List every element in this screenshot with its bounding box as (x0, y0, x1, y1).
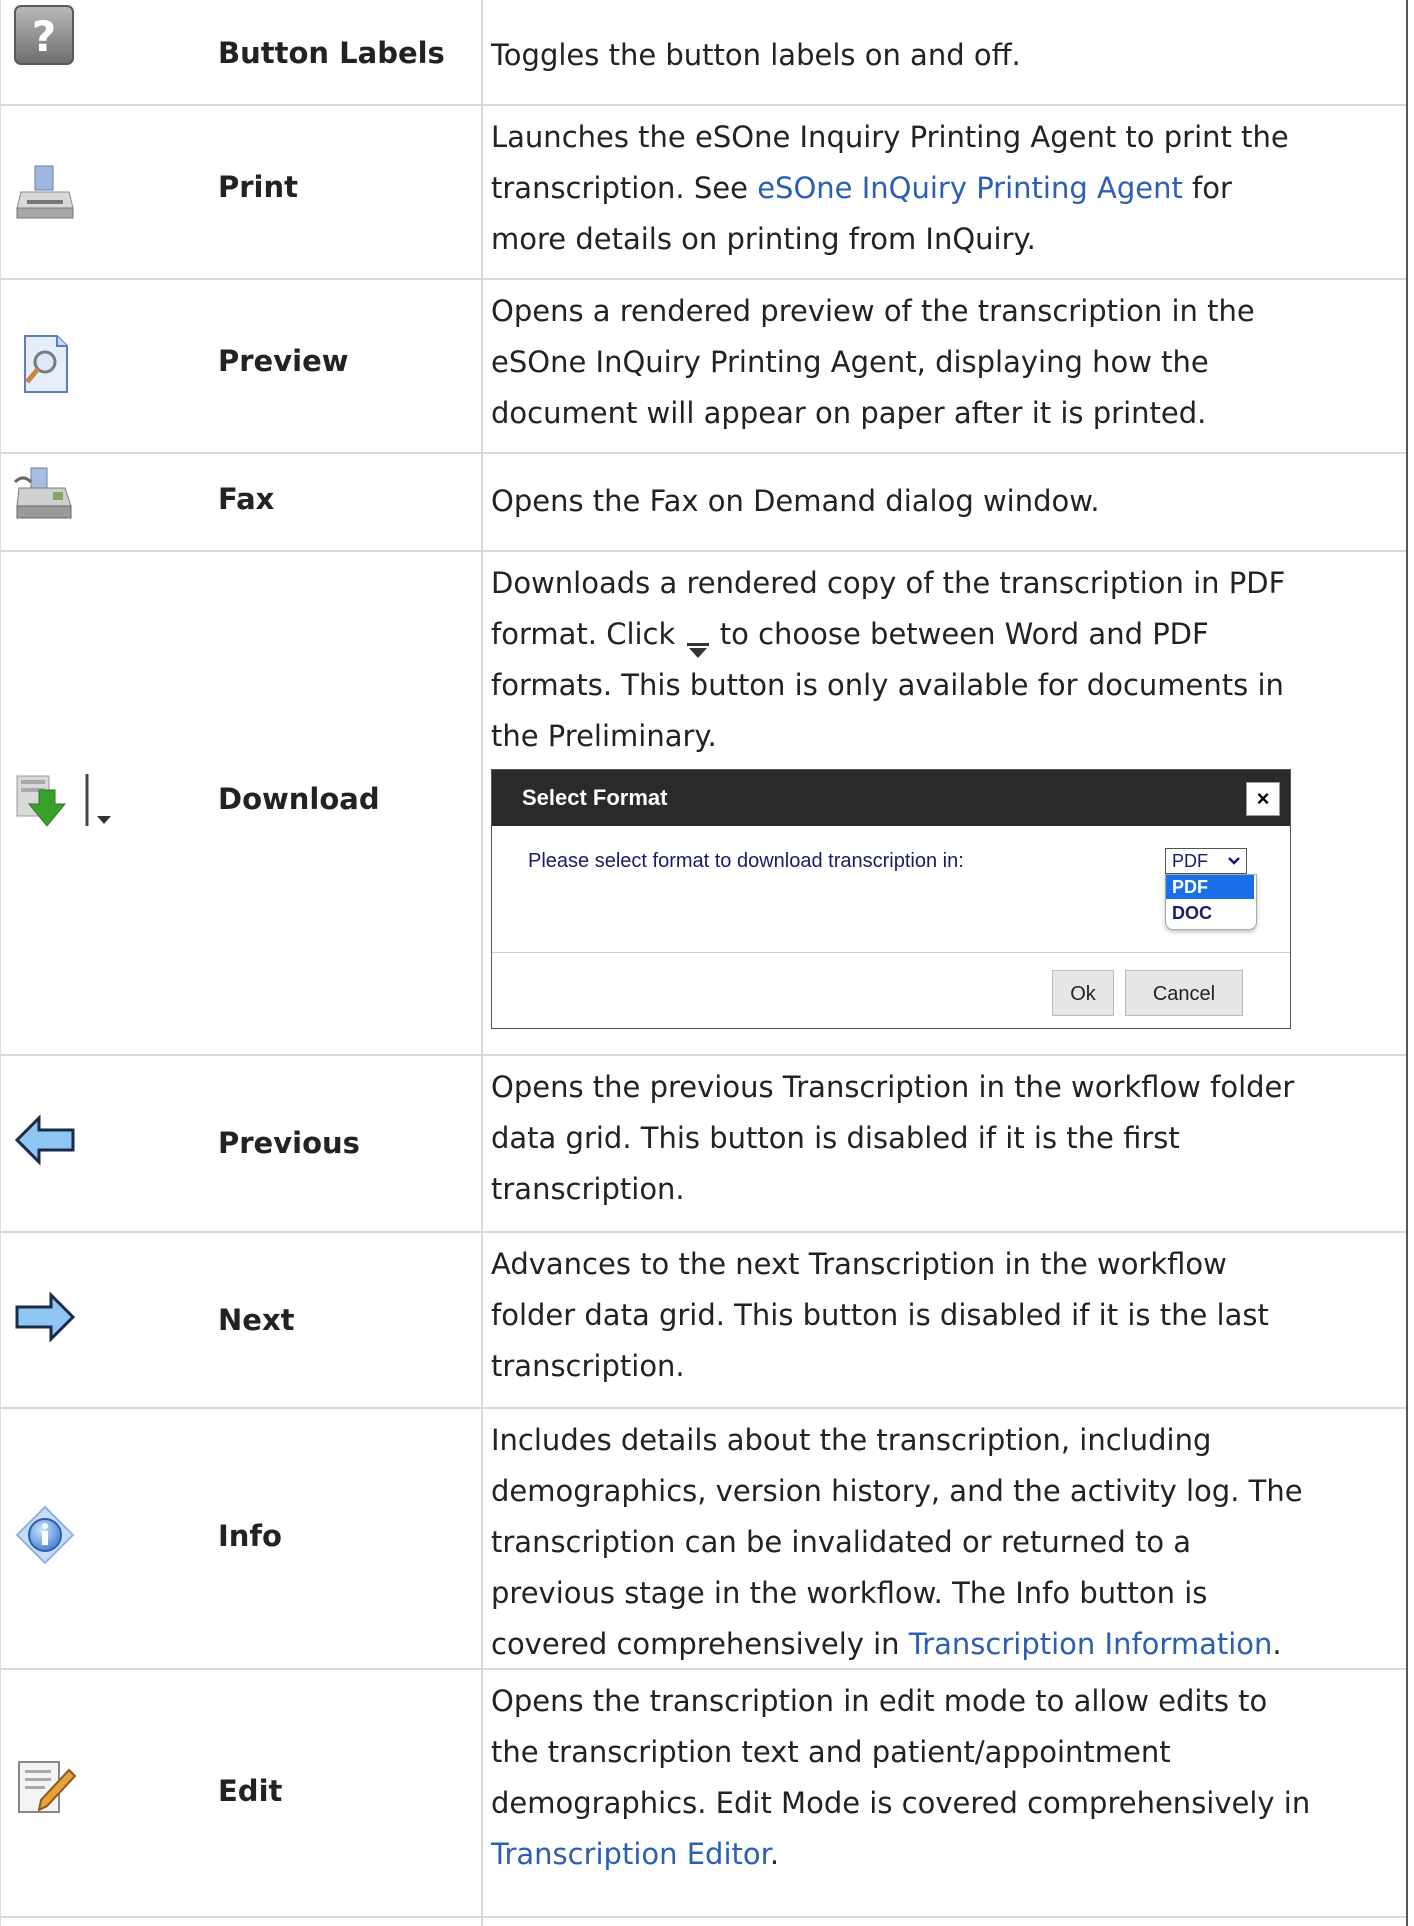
format-select-value: PDF (1172, 851, 1208, 871)
desc-line: Transcription Editor. (491, 1829, 1396, 1880)
desc-line: Launches the eSOne Inquiry Printing Agen… (491, 120, 1289, 154)
ok-button[interactable]: Ok (1052, 970, 1114, 1016)
select-format-dialog: Select Format × Please select format to … (491, 769, 1291, 1029)
svg-text:?: ? (32, 12, 56, 61)
row-label: Print (218, 170, 299, 204)
row-label: Edit (218, 1774, 283, 1808)
desc-text: to choose between Word and PDF (710, 617, 1209, 651)
close-icon[interactable]: × (1246, 782, 1280, 816)
desc-line: formats. This button is only available f… (491, 668, 1284, 702)
desc-line: Downloads a rendered copy of the transcr… (491, 566, 1286, 600)
edit-pencil-icon[interactable] (13, 1756, 77, 1820)
dialog-header: Select Format × (492, 770, 1290, 826)
desc-line: demographics. Edit Mode is covered compr… (491, 1786, 1311, 1820)
table-row-info: Info Includes details about the transcri… (1, 1407, 1406, 1670)
desc-text: . (1272, 1627, 1282, 1661)
desc-line: eSOne InQuiry Printing Agent, displaying… (491, 345, 1209, 379)
question-mark-icon[interactable]: ? (13, 4, 75, 66)
row-label: Previous (218, 1126, 360, 1160)
row-description: Opens the previous Transcription in the … (491, 1062, 1396, 1215)
desc-line: transcription can be invalidated or retu… (491, 1525, 1192, 1559)
desc-line: Opens the transcription in edit mode to … (491, 1684, 1268, 1718)
desc-text: for (1182, 171, 1232, 205)
row-description: Opens a rendered preview of the transcri… (491, 286, 1396, 439)
row-description: Downloads a rendered copy of the transcr… (491, 558, 1396, 762)
format-select[interactable]: PDF (1165, 848, 1247, 874)
desc-line: Opens the previous Transcription in the … (491, 1070, 1295, 1104)
preview-magnifier-icon[interactable] (13, 332, 77, 396)
format-option-doc[interactable]: DOC (1166, 901, 1254, 925)
table-row-print: Print Launches the eSOne Inquiry Printin… (1, 104, 1406, 280)
row-description: Opens the transcription in edit mode to … (491, 1676, 1396, 1880)
cancel-button[interactable]: Cancel (1125, 970, 1243, 1016)
dropdown-triangle-icon (685, 626, 711, 658)
row-description: Advances to the next Transcription in th… (491, 1239, 1396, 1392)
desc-line: transcription. (491, 1172, 685, 1206)
desc-line: previous stage in the workflow. The Info… (491, 1576, 1208, 1610)
desc-text: transcription. See (491, 171, 758, 205)
desc-text: . (769, 1837, 780, 1871)
transcription-editor-link[interactable]: Transcription Editor (491, 1837, 770, 1871)
printer-icon[interactable] (13, 162, 77, 226)
desc-line: Advances to the next Transcription in th… (491, 1247, 1227, 1281)
desc-line: format. Click to choose between Word and… (491, 609, 1396, 660)
table-row-fax: Fax Opens the Fax on Demand dialog windo… (1, 452, 1406, 552)
format-options-list: PDF DOC (1165, 874, 1257, 930)
row-description: Includes details about the transcription… (491, 1415, 1396, 1670)
desc-line: document will appear on paper after it i… (491, 396, 1207, 430)
column-divider (481, 1668, 483, 1916)
desc-line: the Preliminary. (491, 719, 717, 753)
table-row-previous: Previous Opens the previous Transcriptio… (1, 1054, 1406, 1233)
desc-line: data grid. This button is disabled if it… (491, 1121, 1180, 1155)
left-arrow-icon[interactable] (13, 1108, 77, 1172)
download-arrow-icon[interactable] (13, 768, 123, 832)
row-description: Toggles the button labels on and off. (491, 30, 1396, 81)
transcription-information-link[interactable]: Transcription Information (909, 1627, 1273, 1661)
column-divider (481, 1054, 483, 1231)
help-table: ? Button Labels Toggles the button label… (0, 0, 1408, 1926)
desc-line: transcription. See eSOne InQuiry Printin… (491, 163, 1396, 214)
desc-line: demographics, version history, and the a… (491, 1474, 1303, 1508)
column-divider (481, 452, 483, 550)
table-row-next: Next Advances to the next Transcription … (1, 1231, 1406, 1409)
table-row-button-labels: ? Button Labels Toggles the button label… (1, 0, 1406, 106)
dialog-divider (492, 952, 1290, 953)
fax-machine-icon[interactable] (13, 464, 77, 528)
column-divider (481, 1231, 483, 1407)
desc-line: Opens a rendered preview of the transcri… (491, 294, 1255, 328)
desc-line: Toggles the button labels on and off. (491, 38, 1021, 72)
row-description: Launches the eSOne Inquiry Printing Agen… (491, 112, 1396, 265)
column-divider (481, 104, 483, 278)
desc-line: transcription. (491, 1349, 685, 1383)
table-row-preview: Preview Opens a rendered preview of the … (1, 278, 1406, 454)
dialog-prompt: Please select format to download transcr… (528, 850, 964, 872)
desc-line: Includes details about the transcription… (491, 1423, 1212, 1457)
row-label: Download (218, 782, 380, 816)
column-divider (481, 1916, 483, 1926)
row-label: Preview (218, 344, 349, 378)
desc-text: format. Click (491, 617, 685, 651)
dialog-title: Select Format (522, 785, 668, 810)
row-label: Button Labels (218, 36, 445, 70)
desc-line: the transcription text and patient/appoi… (491, 1735, 1171, 1769)
table-row-partial (1, 1916, 1406, 1926)
row-label: Next (218, 1303, 295, 1337)
desc-line: covered comprehensively in Transcription… (491, 1619, 1396, 1670)
format-option-pdf[interactable]: PDF (1166, 875, 1254, 899)
column-divider (481, 1407, 483, 1668)
printing-agent-link[interactable]: eSOne InQuiry Printing Agent (757, 171, 1183, 205)
row-label: Fax (218, 482, 275, 516)
column-divider (481, 0, 483, 104)
desc-line: folder data grid. This button is disable… (491, 1298, 1269, 1332)
right-arrow-icon[interactable] (13, 1285, 77, 1349)
table-row-edit: Edit Opens the transcription in edit mod… (1, 1668, 1406, 1918)
desc-line: more details on printing from InQuiry. (491, 222, 1036, 256)
row-description: Opens the Fax on Demand dialog window. (491, 476, 1396, 527)
column-divider (481, 278, 483, 452)
row-label: Info (218, 1519, 282, 1553)
desc-text: covered comprehensively in (491, 1627, 909, 1661)
column-divider (481, 550, 483, 1054)
desc-line: Opens the Fax on Demand dialog window. (491, 484, 1100, 518)
info-icon[interactable] (13, 1503, 77, 1567)
